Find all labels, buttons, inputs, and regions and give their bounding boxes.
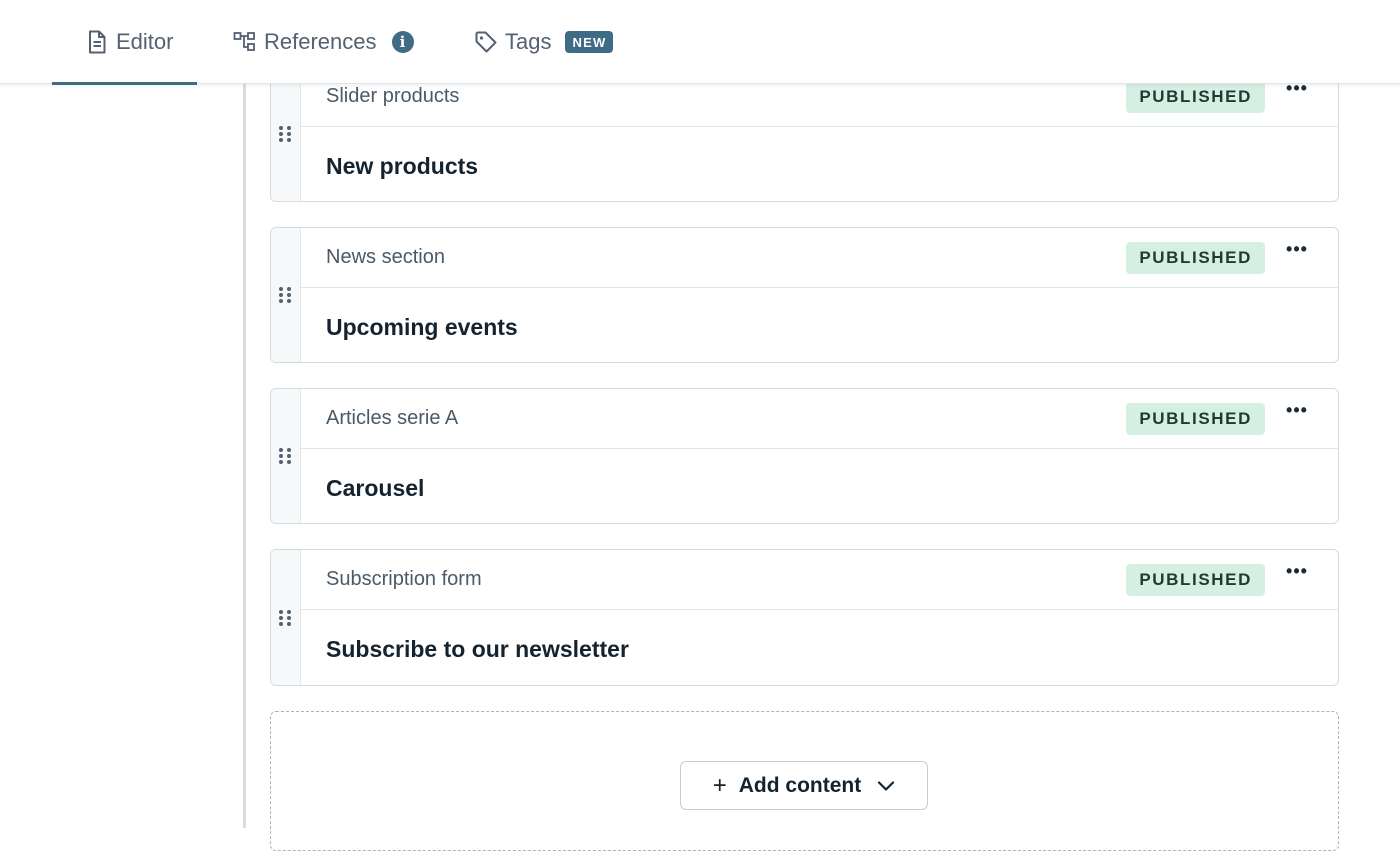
card-header: News section PUBLISHED ••• — [301, 228, 1338, 288]
tab-tags[interactable]: Tags NEW — [473, 0, 614, 84]
drag-handle[interactable] — [271, 67, 301, 201]
content-rail — [243, 84, 246, 828]
content-type-label: News section — [326, 246, 445, 268]
new-badge: NEW — [565, 31, 614, 53]
chevron-down-icon — [877, 780, 895, 792]
content-type-label: Articles serie A — [326, 407, 459, 429]
status-badge: PUBLISHED — [1126, 403, 1265, 435]
tab-references-label: References — [264, 29, 377, 54]
status-badge: PUBLISHED — [1126, 242, 1265, 274]
entry-title[interactable]: Carousel — [326, 475, 424, 502]
drag-handle[interactable] — [271, 550, 301, 685]
more-options-icon[interactable]: ••• — [1284, 236, 1310, 262]
tag-icon — [473, 29, 499, 55]
drag-handle[interactable] — [271, 228, 301, 362]
hierarchy-icon — [232, 29, 258, 55]
drag-handle[interactable] — [271, 389, 301, 523]
tab-editor-label: Editor — [116, 29, 174, 54]
grip-icon — [279, 609, 292, 626]
grip-icon — [279, 126, 292, 142]
grip-icon — [279, 287, 292, 303]
status-badge: PUBLISHED — [1126, 81, 1265, 113]
plus-icon: + — [712, 771, 727, 799]
info-icon[interactable]: i — [391, 31, 414, 53]
content-type-label: Slider products — [326, 85, 460, 107]
entry-title[interactable]: New products — [326, 153, 478, 180]
card-header: Articles serie A PUBLISHED ••• — [301, 389, 1338, 449]
content-type-label: Subscription form — [326, 568, 482, 590]
tab-editor[interactable]: Editor — [51, 0, 199, 85]
content-card: Subscription form PUBLISHED ••• Subscrib… — [270, 549, 1339, 686]
content-card: Slider products PUBLISHED ••• New produc… — [270, 66, 1339, 202]
content-card: News section PUBLISHED ••• Upcoming even… — [270, 227, 1339, 363]
status-badge: PUBLISHED — [1126, 564, 1265, 596]
tab-references[interactable]: References i — [232, 0, 414, 84]
entry-title[interactable]: Upcoming events — [326, 314, 518, 341]
card-header: Subscription form PUBLISHED ••• — [301, 550, 1338, 610]
add-content-button[interactable]: + Add content — [680, 761, 928, 810]
tab-tags-label: Tags — [505, 29, 552, 54]
entry-title[interactable]: Subscribe to our newsletter — [326, 636, 629, 663]
more-options-icon[interactable]: ••• — [1284, 558, 1310, 584]
document-icon — [84, 29, 110, 55]
more-options-icon[interactable]: ••• — [1284, 397, 1310, 423]
content-card: Articles serie A PUBLISHED ••• Carousel — [270, 388, 1339, 524]
add-content-label: Add content — [738, 773, 862, 797]
tab-bar: Editor References i Tags NEW — [0, 0, 1400, 85]
grip-icon — [279, 448, 292, 464]
